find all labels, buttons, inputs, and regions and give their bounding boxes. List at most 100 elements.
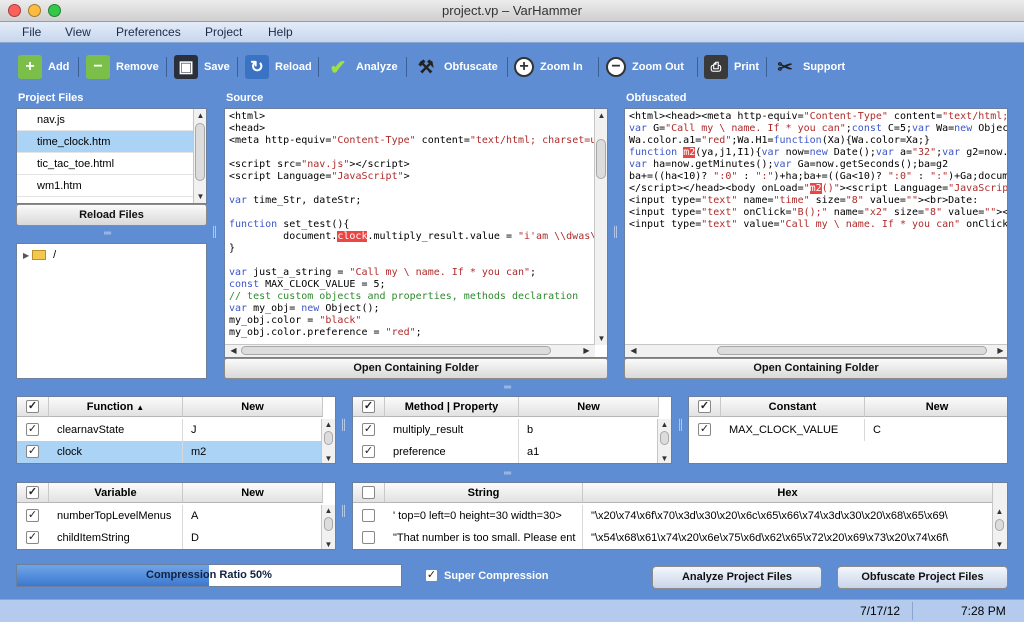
menu-file[interactable]: File xyxy=(22,22,41,43)
select-all-checkbox[interactable]: ✓ xyxy=(26,400,39,413)
constant-new-column-header[interactable]: New xyxy=(865,397,1007,417)
row-checkbox[interactable]: ✓ xyxy=(698,423,711,436)
scroll-thumb[interactable] xyxy=(195,123,205,181)
function-new-column-header[interactable]: New xyxy=(183,397,323,417)
select-all-checkbox[interactable] xyxy=(362,486,375,499)
string-table-scrollbar[interactable]: ▲ ▼ xyxy=(992,483,1007,549)
string-column-header[interactable]: String xyxy=(385,483,583,503)
constant-column-header[interactable]: Constant xyxy=(721,397,865,417)
table-row[interactable]: ✓ MAX_CLOCK_VALUE C xyxy=(689,419,1007,441)
variable-new-column-header[interactable]: New xyxy=(183,483,323,503)
menu-view[interactable]: View xyxy=(65,22,91,43)
method-table-scrollbar[interactable]: ▲ ▼ xyxy=(657,419,671,463)
source-editor[interactable]: <html> <head> <meta http-equiv="Content-… xyxy=(224,108,608,358)
close-window-button[interactable] xyxy=(8,4,21,17)
support-button[interactable]: ✂ Support xyxy=(773,51,845,83)
variable-table[interactable]: ✓ Variable New ✓ numberTopLevelMenus A ✓… xyxy=(16,482,336,550)
analyze-label: Analyze xyxy=(356,61,398,73)
zoom-out-icon: − xyxy=(606,57,626,77)
variable-table-scrollbar[interactable]: ▲ ▼ xyxy=(321,505,335,549)
menu-project[interactable]: Project xyxy=(205,22,242,43)
table-row[interactable]: ' top=0 left=0 height=30 width=30> "\x20… xyxy=(353,505,993,527)
obfuscated-editor[interactable]: <html><head><meta http-equiv="Content-Ty… xyxy=(624,108,1008,358)
obfuscate-project-files-button[interactable]: Obfuscate Project Files xyxy=(837,566,1008,589)
row-checkbox[interactable]: ✓ xyxy=(26,445,39,458)
splitter-grip[interactable]: ║ xyxy=(211,227,218,238)
super-compression-checkbox[interactable]: ✓ xyxy=(425,569,438,582)
variable-column-header[interactable]: Variable xyxy=(49,483,183,503)
splitter-grip[interactable]: ═ xyxy=(104,228,111,239)
file-item-selected[interactable]: time_clock.htm xyxy=(17,131,206,153)
folder-label[interactable]: / xyxy=(53,249,56,261)
file-item[interactable]: tic_tac_toe.html xyxy=(17,153,206,175)
function-table[interactable]: ✓ Function ▲ New ✓ clearnavState J ✓ clo… xyxy=(16,396,336,464)
zoom-in-button[interactable]: + Zoom In xyxy=(514,51,583,83)
row-checkbox[interactable]: ✓ xyxy=(362,445,375,458)
minimize-window-button[interactable] xyxy=(28,4,41,17)
table-row[interactable]: ✓ clearnavState J xyxy=(17,419,323,441)
obfuscate-button[interactable]: ⚒ Obfuscate xyxy=(414,51,498,83)
analyze-button[interactable]: ✔ Analyze xyxy=(326,51,398,83)
menu-help[interactable]: Help xyxy=(268,22,293,43)
reload-button[interactable]: ↻ Reload xyxy=(245,51,312,83)
table-row[interactable]: ✓ childItemString D xyxy=(17,527,323,549)
analyze-project-files-button[interactable]: Analyze Project Files xyxy=(652,566,822,589)
method-column-header[interactable]: Method | Property xyxy=(385,397,519,417)
table-row-selected[interactable]: ✓ clock m2 xyxy=(17,441,323,463)
function-table-scrollbar[interactable]: ▲ ▼ xyxy=(321,419,335,463)
splitter-grip[interactable]: ║ xyxy=(340,420,347,431)
zoom-out-button[interactable]: − Zoom Out xyxy=(606,51,684,83)
source-hscroll[interactable]: ◀ ▶ xyxy=(225,344,595,357)
row-checkbox[interactable]: ✓ xyxy=(26,531,39,544)
row-checkbox[interactable]: ✓ xyxy=(362,423,375,436)
row-checkbox[interactable] xyxy=(362,531,375,544)
obfuscated-hscroll[interactable]: ◀ ▶ xyxy=(625,344,1007,357)
remove-button[interactable]: − Remove xyxy=(86,51,159,83)
save-button[interactable]: ▣ Save xyxy=(174,51,230,83)
method-table[interactable]: ✓ Method | Property New ✓ multiply_resul… xyxy=(352,396,672,464)
super-compression-toggle[interactable]: ✓ Super Compression xyxy=(425,569,549,582)
add-button[interactable]: + Add xyxy=(18,51,69,83)
zoom-window-button[interactable] xyxy=(48,4,61,17)
source-code[interactable]: <html> <head> <meta http-equiv="Content-… xyxy=(225,109,607,341)
hammer-icon: ⚒ xyxy=(417,56,435,77)
obfuscated-open-folder-button[interactable]: Open Containing Folder xyxy=(624,358,1008,379)
splitter-grip[interactable]: ║ xyxy=(612,227,619,238)
hex-column-header[interactable]: Hex xyxy=(583,483,993,503)
folder-tree[interactable]: ▶ / xyxy=(16,243,207,379)
splitter-grip[interactable]: ═ xyxy=(504,468,511,479)
print-button[interactable]: ⎙ Print xyxy=(704,51,759,83)
row-checkbox[interactable] xyxy=(362,509,375,522)
table-row[interactable]: "That number is too small. Please ent "\… xyxy=(353,527,993,549)
select-all-checkbox[interactable]: ✓ xyxy=(698,400,711,413)
toolbar: + Add − Remove ▣ Save ↻ Reload ✔ Analyze… xyxy=(0,43,1024,91)
refresh-icon: ↻ xyxy=(245,55,269,79)
function-column-header[interactable]: Function ▲ xyxy=(49,397,183,417)
select-all-checkbox[interactable]: ✓ xyxy=(362,400,375,413)
splitter-grip[interactable]: ═ xyxy=(504,382,511,393)
row-checkbox[interactable]: ✓ xyxy=(26,423,39,436)
obfuscated-code[interactable]: <html><head><meta http-equiv="Content-Ty… xyxy=(625,109,1007,233)
add-label: Add xyxy=(48,61,70,73)
scroll-up-icon[interactable]: ▲ xyxy=(194,111,206,120)
scroll-down-icon[interactable]: ▼ xyxy=(194,192,206,201)
table-row[interactable]: ✓ multiply_result b xyxy=(353,419,659,441)
constant-table[interactable]: ✓ Constant New ✓ MAX_CLOCK_VALUE C xyxy=(688,396,1008,464)
reload-files-button[interactable]: Reload Files xyxy=(16,204,207,226)
row-checkbox[interactable]: ✓ xyxy=(26,509,39,522)
method-new-column-header[interactable]: New xyxy=(519,397,659,417)
file-item[interactable]: nav.js xyxy=(17,109,206,131)
table-row[interactable]: ✓ numberTopLevelMenus A xyxy=(17,505,323,527)
table-row[interactable]: ✓ preference a1 xyxy=(353,441,659,463)
disclosure-triangle-icon[interactable]: ▶ xyxy=(23,251,29,260)
project-files-list[interactable]: nav.js time_clock.htm tic_tac_toe.html w… xyxy=(16,108,207,204)
splitter-grip[interactable]: ║ xyxy=(677,420,684,431)
select-all-checkbox[interactable]: ✓ xyxy=(26,486,39,499)
source-vscroll[interactable]: ▲ ▼ xyxy=(594,109,607,345)
string-table[interactable]: String Hex ' top=0 left=0 height=30 widt… xyxy=(352,482,1008,550)
splitter-grip[interactable]: ║ xyxy=(340,506,347,517)
source-open-folder-button[interactable]: Open Containing Folder xyxy=(224,358,608,379)
files-scrollbar[interactable]: ▲ ▼ xyxy=(193,109,206,203)
file-item[interactable]: wm1.htm xyxy=(17,175,206,197)
menu-preferences[interactable]: Preferences xyxy=(116,22,181,43)
